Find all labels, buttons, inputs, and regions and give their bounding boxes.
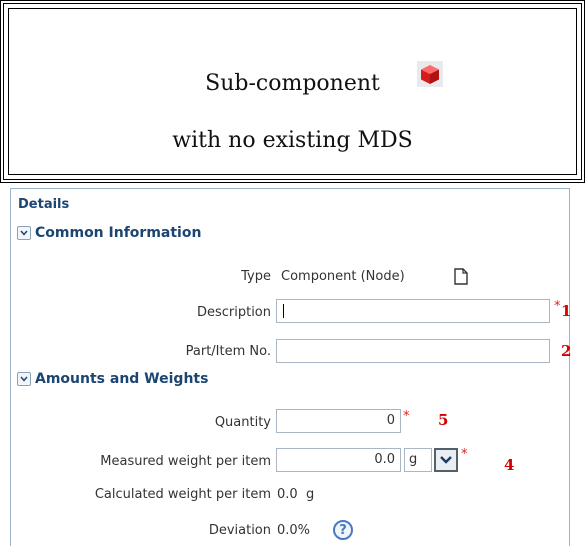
common-information-header[interactable]: Common Information <box>17 225 201 241</box>
text-caret <box>283 304 284 318</box>
measured-callout-number: 4 <box>504 456 515 474</box>
unit-dropdown-button[interactable] <box>434 448 458 472</box>
deviation-label: Deviation <box>208 523 271 538</box>
chevron-down-icon <box>440 456 452 464</box>
part-item-label: Part/Item No. <box>185 344 271 359</box>
details-title: Details <box>18 197 70 212</box>
chevron-down-icon[interactable] <box>17 226 31 240</box>
type-label: Type <box>241 269 271 284</box>
description-callout-number: 1 <box>561 302 572 320</box>
measured-weight-input[interactable]: 0.0 <box>276 448 401 472</box>
quantity-label: Quantity <box>214 415 271 430</box>
description-input[interactable] <box>276 299 550 323</box>
document-icon <box>454 268 468 285</box>
chevron-down-icon[interactable] <box>17 372 31 386</box>
measured-unit-value[interactable]: g <box>404 448 432 472</box>
quantity-callout-number: 5 <box>438 411 449 429</box>
deviation-value: 0.0% <box>277 523 311 538</box>
quantity-input[interactable]: 0 <box>276 409 401 433</box>
title-box: Sub-component with no existing MDS <box>0 0 585 183</box>
description-required-marker: * <box>554 299 561 314</box>
measured-weight-label: Measured weight per item <box>100 454 271 469</box>
details-panel: Details Common Information Type Componen… <box>10 188 572 546</box>
amounts-weights-header[interactable]: Amounts and Weights <box>17 371 208 387</box>
calculated-weight-value: 0.0 g <box>277 487 315 502</box>
help-icon[interactable]: ? <box>333 520 353 540</box>
type-value: Component (Node) <box>281 269 405 284</box>
description-label: Description <box>196 305 271 320</box>
red-cube-icon <box>417 61 443 87</box>
amounts-weights-label: Amounts and Weights <box>35 371 209 387</box>
part-item-callout-number: 2 <box>561 342 572 360</box>
title-line-1: Sub-component <box>205 71 380 96</box>
measured-required-marker: * <box>461 447 468 462</box>
title-line-2: with no existing MDS <box>172 128 413 153</box>
common-information-label: Common Information <box>35 225 202 241</box>
quantity-required-marker: * <box>403 409 410 424</box>
calculated-weight-label: Calculated weight per item <box>94 487 271 502</box>
part-item-input[interactable] <box>276 339 550 363</box>
